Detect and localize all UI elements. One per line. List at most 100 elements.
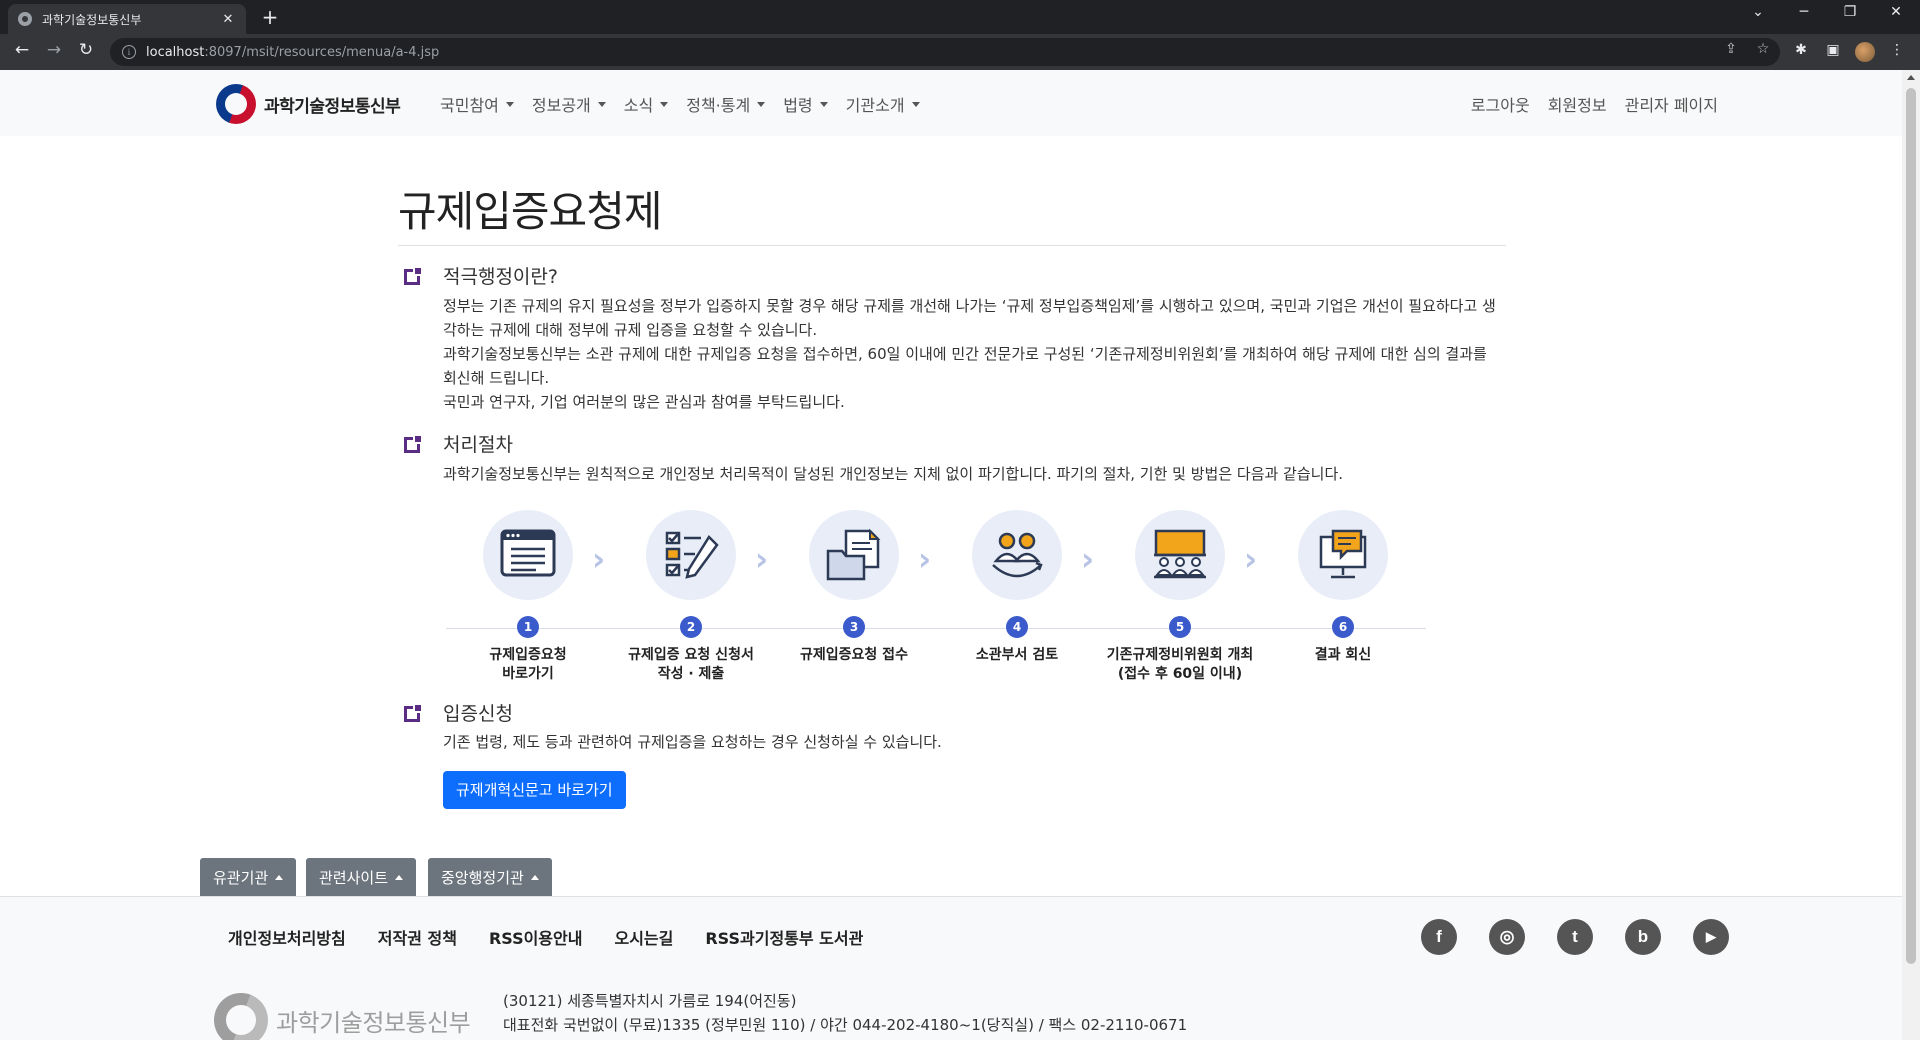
step-label: 기존규제정비위원회 개최 (접수 후 60일 이내) xyxy=(1098,646,1262,684)
paragraph: 국민과 연구자, 기업 여러분의 많은 관심과 참여를 부탁드립니다. xyxy=(443,393,845,411)
menu-dots-icon[interactable]: ⋮ xyxy=(1886,42,1908,58)
scroll-thumb[interactable] xyxy=(1906,88,1916,964)
browser-tab-bar: 과학기술정보통신부 ✕ + ⌄ ─ ❐ ✕ xyxy=(0,0,1920,34)
dropdown-label: 유관기관 xyxy=(213,868,269,887)
logout-link[interactable]: 로그아웃 xyxy=(1471,92,1530,116)
people-review-icon xyxy=(972,510,1062,600)
url-input[interactable]: i localhost :8097/msit/resources/menua/a… xyxy=(110,38,1780,66)
nav-item-law[interactable]: 법령 xyxy=(783,92,828,116)
twitter-icon[interactable]: t xyxy=(1557,919,1593,955)
nav-label: 국민참여 xyxy=(440,96,499,115)
section-bullet-icon xyxy=(404,266,423,285)
step-number: 1 xyxy=(517,616,539,638)
related-agencies-dropdown[interactable]: 유관기관 xyxy=(200,858,297,896)
nav-label: 기관소개 xyxy=(845,96,905,115)
step-label: 규제입증요청 바로가기 xyxy=(446,646,610,684)
chevron-right-icon: › xyxy=(592,540,606,578)
government-emblem-icon xyxy=(216,84,256,124)
step-label-line: 결과 회신 xyxy=(1314,647,1372,663)
minimize-icon[interactable]: ─ xyxy=(1790,4,1818,20)
chevron-right-icon: › xyxy=(755,540,769,578)
nav-item-news[interactable]: 소식 xyxy=(624,92,669,116)
globe-icon xyxy=(18,12,32,26)
scroll-up-icon[interactable] xyxy=(1907,75,1915,80)
related-sites-dropdown[interactable]: 관련사이트 xyxy=(306,858,417,896)
tab-title: 과학기술정보통신부 xyxy=(42,12,142,27)
paragraph: 정부는 기존 규제의 유지 필요성을 정부가 입증하지 못할 경우 해당 규제를… xyxy=(443,297,1496,339)
section-title-application: 입증신청 xyxy=(443,703,513,725)
caret-down-icon xyxy=(597,101,606,107)
footer-links: 개인정보처리방침 저작권 정책 RSS이용안내 오시는길 RSS과기정통부 도서… xyxy=(228,925,895,949)
rss-guide-link[interactable]: RSS이용안내 xyxy=(489,925,583,949)
window-close-icon[interactable]: ✕ xyxy=(1882,4,1910,20)
government-emblem-icon xyxy=(214,993,268,1040)
member-info-link[interactable]: 회원정보 xyxy=(1548,92,1607,116)
youtube-icon[interactable]: ▶ xyxy=(1693,919,1729,955)
browser-tab[interactable]: 과학기술정보통신부 ✕ xyxy=(8,4,246,34)
step-label: 규제입증 요청 신청서 작성 · 제출 xyxy=(609,646,773,684)
privacy-policy-link[interactable]: 개인정보처리방침 xyxy=(228,925,346,949)
close-icon[interactable]: ✕ xyxy=(220,12,236,27)
admin-page-link[interactable]: 관리자 페이지 xyxy=(1625,92,1718,116)
instagram-icon[interactable]: ◎ xyxy=(1489,919,1525,955)
rss-library-link[interactable]: RSS과기정통부 도서관 xyxy=(705,925,863,949)
step-1: 1 규제입증요청 바로가기 xyxy=(446,510,610,684)
facebook-icon[interactable]: f xyxy=(1421,919,1457,955)
step-label-line: 기존규제정비위원회 개최 xyxy=(1106,647,1254,663)
process-steps: 1 규제입증요청 바로가기 › 2 규제입증 요청 신청서 작성 · 제출 › 3 … xyxy=(446,510,1426,690)
back-icon[interactable]: ← xyxy=(10,40,34,60)
site-footer: 개인정보처리방침 저작권 정책 RSS이용안내 오시는길 RSS과기정통부 도서… xyxy=(0,896,1902,1040)
restore-icon[interactable]: ❐ xyxy=(1836,4,1864,20)
step-5: 5 기존규제정비위원회 개최 (접수 후 60일 이내) xyxy=(1098,510,1262,684)
address-bar: ← → ↻ i localhost :8097/msit/resources/m… xyxy=(0,34,1920,70)
section-text-application: 기존 법령, 제도 등과 관련하여 규제입증을 요청하는 경우 신청하실 수 있… xyxy=(443,730,1503,754)
section-bullet-icon xyxy=(404,703,423,722)
reload-icon[interactable]: ↻ xyxy=(74,40,98,60)
step-label-line: 작성 · 제출 xyxy=(657,666,725,682)
nav-item-disclosure[interactable]: 정보공개 xyxy=(532,92,606,116)
central-agencies-dropdown[interactable]: 중앙행정기관 xyxy=(428,858,552,896)
bookmark-star-icon[interactable]: ☆ xyxy=(1752,41,1774,57)
section-bullet-icon xyxy=(404,434,423,453)
step-4: 4 소관부서 검토 xyxy=(935,510,1099,665)
form-list-icon xyxy=(483,510,573,600)
nav-item-participation[interactable]: 국민참여 xyxy=(440,92,514,116)
nav-label: 법령 xyxy=(783,96,813,115)
step-6: 6 결과 회신 xyxy=(1261,510,1425,665)
footer-logo: 과학기술정보통신부 xyxy=(214,993,471,1040)
site-header: 과학기술정보통신부 국민참여 정보공개 소식 정책·통계 법령 기관소개 로그아… xyxy=(0,70,1902,136)
dropdown-label: 중앙행정기관 xyxy=(441,868,524,887)
page-scrollbar[interactable] xyxy=(1902,70,1920,1040)
nav-item-about[interactable]: 기관소개 xyxy=(846,92,920,116)
step-number: 6 xyxy=(1332,616,1354,638)
step-label: 소관부서 검토 xyxy=(935,646,1099,665)
step-label-line: 규제입증요청 접수 xyxy=(800,647,908,663)
nav-item-policy[interactable]: 정책·통계 xyxy=(686,92,766,116)
step-label: 결과 회신 xyxy=(1261,646,1425,665)
new-tab-button[interactable]: + xyxy=(258,5,282,29)
directions-link[interactable]: 오시는길 xyxy=(614,925,673,949)
tab-search-icon[interactable]: ⌄ xyxy=(1744,4,1772,20)
caret-down-icon xyxy=(757,101,766,107)
section-title-active-admin: 적극행정이란? xyxy=(443,266,558,288)
step-label-line: (접수 후 60일 이내) xyxy=(1117,666,1243,682)
reply-monitor-icon xyxy=(1298,510,1388,600)
chevron-right-icon: › xyxy=(918,540,932,578)
side-panel-icon[interactable]: ▣ xyxy=(1822,42,1844,58)
share-icon[interactable]: ⇪ xyxy=(1720,41,1742,57)
regulation-reform-shortcut-button[interactable]: 규제개혁신문고 바로가기 xyxy=(443,771,626,809)
site-logo[interactable]: 과학기술정보통신부 xyxy=(216,84,401,124)
page-title: 규제입증요청제 xyxy=(398,187,662,236)
avatar[interactable] xyxy=(1855,42,1875,62)
title-divider xyxy=(398,245,1506,246)
paragraph: 과학기술정보통신부는 소관 규제에 대한 규제입증 요청을 접수하면, 60일 … xyxy=(443,345,1487,387)
extensions-icon[interactable]: ✱ xyxy=(1790,42,1812,58)
copyright-policy-link[interactable]: 저작권 정책 xyxy=(378,925,457,949)
caret-up-icon xyxy=(395,874,404,880)
info-icon[interactable]: i xyxy=(122,45,136,59)
forward-icon[interactable]: → xyxy=(42,40,66,60)
blog-icon[interactable]: b xyxy=(1625,919,1661,955)
step-label-line: 바로가기 xyxy=(502,666,554,682)
footer-phone: 대표전화 국번없이 (무료)1335 (정부민원 110) / 야간 044-2… xyxy=(503,1016,1188,1034)
footer-logo-text: 과학기술정보통신부 xyxy=(276,1008,471,1037)
